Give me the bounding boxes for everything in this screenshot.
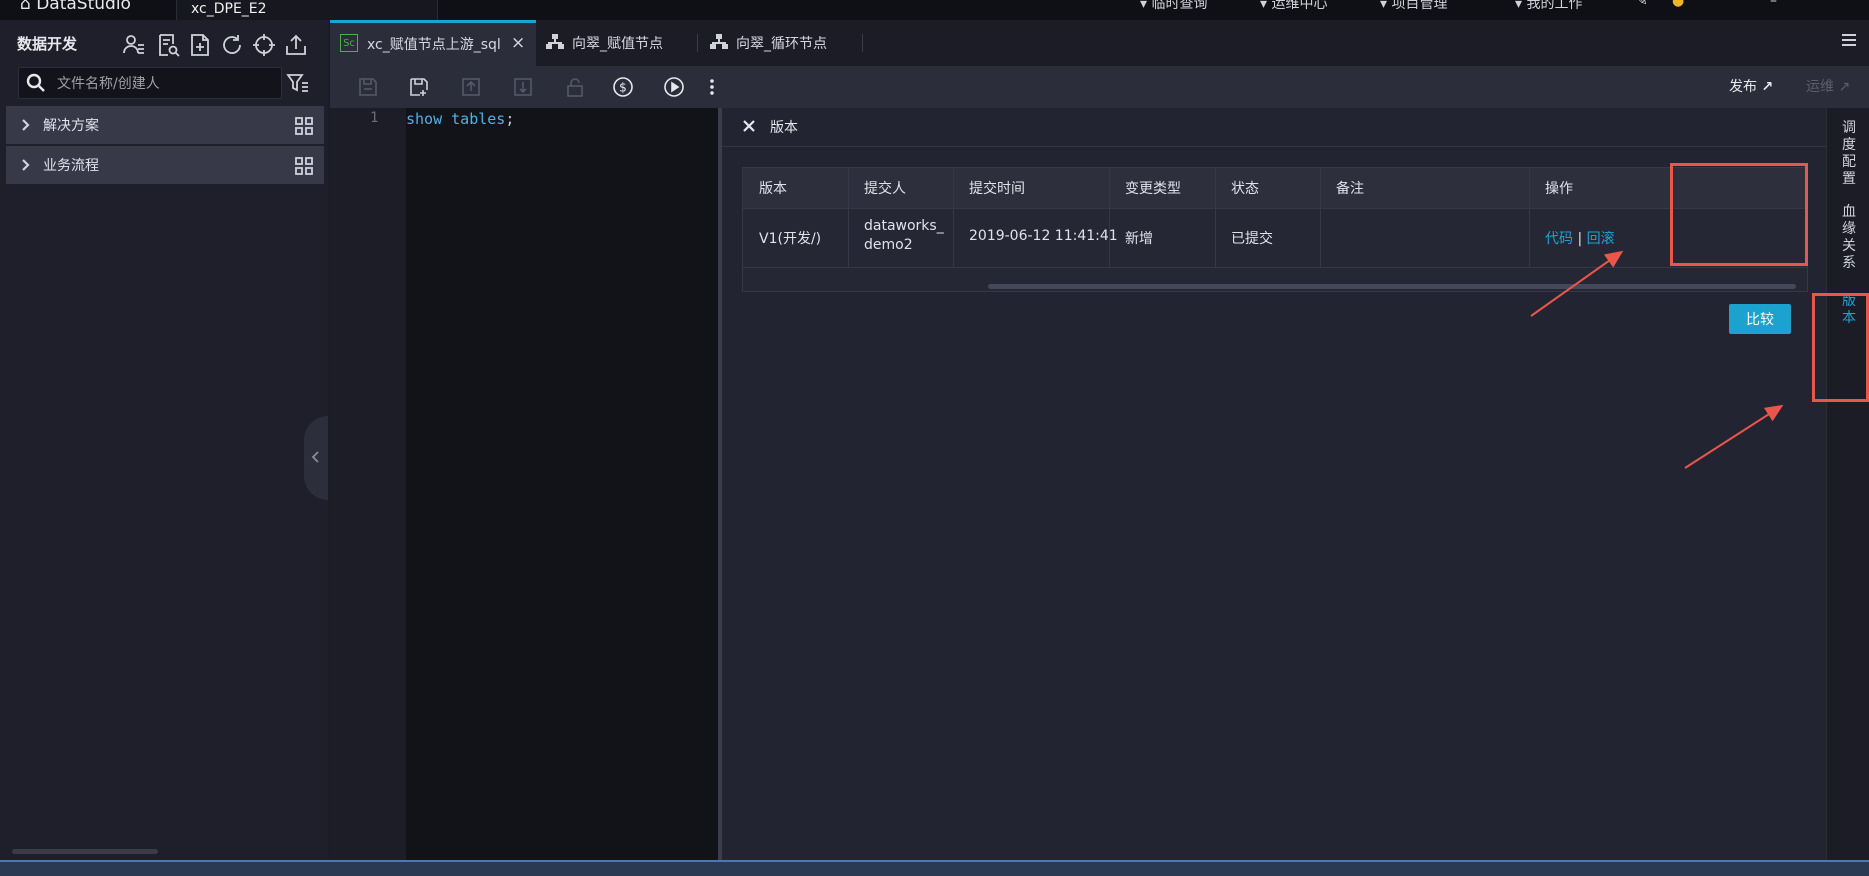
arrow-to-actions [1530, 250, 1624, 317]
arrow-to-version-tab [1684, 404, 1784, 469]
annotation-arrows [1530, 250, 1784, 469]
os-taskbar [0, 860, 1869, 876]
taskbar-edge [0, 860, 1869, 862]
